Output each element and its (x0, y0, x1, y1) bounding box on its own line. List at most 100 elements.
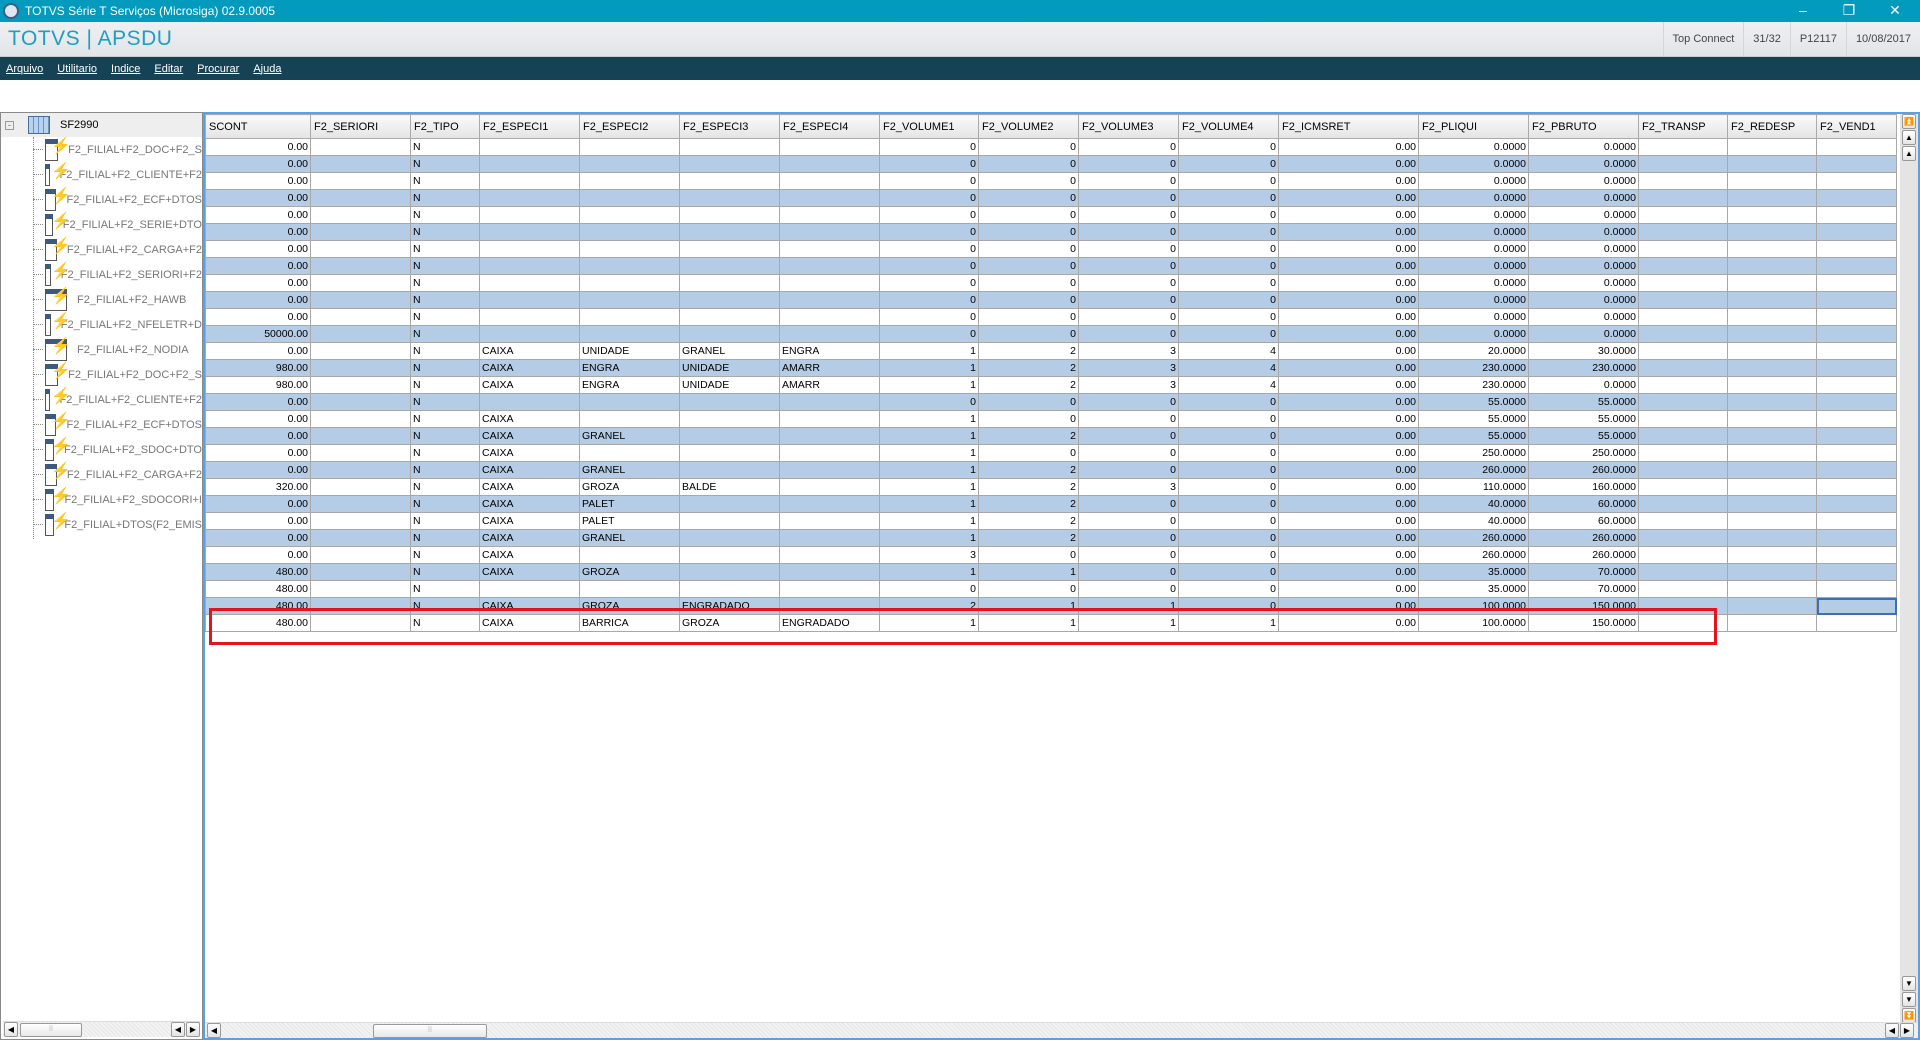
table-cell[interactable] (1816, 359, 1897, 377)
scroll-top-icon[interactable]: ⏫ (1902, 114, 1916, 129)
table-cell[interactable] (1727, 444, 1817, 462)
table-cell[interactable] (1638, 376, 1728, 394)
table-cell[interactable]: UNIDADE (679, 359, 780, 377)
table-cell[interactable]: CAIXA (479, 461, 580, 479)
table-cell[interactable]: 1 (879, 563, 979, 581)
column-header[interactable]: F2_ESPECI1 (479, 114, 580, 139)
table-cell[interactable] (679, 257, 780, 275)
table-cell[interactable]: 230.0000 (1418, 376, 1529, 394)
table-cell[interactable]: CAIXA (479, 614, 580, 632)
table-cell[interactable]: GRANEL (579, 461, 680, 479)
table-cell[interactable]: 0 (1178, 546, 1279, 564)
table-cell[interactable] (1727, 495, 1817, 513)
table-row[interactable]: 0.00 N CAIXA GRANEL 1 2 0 0 0.00 260.0000 260.0000 (205, 529, 1897, 547)
table-cell[interactable]: 0.00 (1278, 308, 1419, 326)
table-cell[interactable] (1816, 223, 1897, 241)
table-cell[interactable]: 0 (978, 257, 1079, 275)
table-cell[interactable]: 0.0000 (1528, 257, 1639, 275)
table-cell[interactable] (779, 189, 880, 207)
table-cell[interactable]: 0.00 (1278, 206, 1419, 224)
table-cell[interactable]: 250.0000 (1528, 444, 1639, 462)
table-cell[interactable]: N (410, 325, 480, 343)
table-cell[interactable] (579, 257, 680, 275)
table-cell[interactable]: 0 (978, 206, 1079, 224)
table-cell[interactable]: 2 (978, 427, 1079, 445)
column-header[interactable]: F2_ESPECI4 (779, 114, 880, 139)
table-cell[interactable] (310, 444, 411, 462)
table-cell[interactable]: 0.00 (205, 223, 311, 241)
table-cell[interactable]: 0.0000 (1418, 291, 1529, 309)
table-cell[interactable]: 0 (1078, 325, 1179, 343)
table-cell[interactable]: GRANEL (679, 342, 780, 360)
table-cell[interactable] (779, 223, 880, 241)
column-header[interactable]: F2_PLIQUI (1418, 114, 1529, 139)
table-cell[interactable]: 0.00 (1278, 563, 1419, 581)
table-cell[interactable] (679, 444, 780, 462)
menu-indice[interactable]: Indice (111, 63, 140, 75)
table-cell[interactable] (579, 308, 680, 326)
table-cell[interactable] (779, 495, 880, 513)
table-cell[interactable]: 0.00 (205, 155, 311, 173)
table-cell[interactable] (1816, 495, 1897, 513)
table-cell[interactable] (779, 529, 880, 547)
table-cell[interactable]: 1 (978, 614, 1079, 632)
table-cell[interactable]: 260.0000 (1528, 461, 1639, 479)
table-cell[interactable]: 0 (879, 206, 979, 224)
table-cell[interactable]: 2 (978, 359, 1079, 377)
table-cell[interactable]: 0.00 (205, 274, 311, 292)
table-row[interactable]: 0.00 N 0 0 0 0 0.00 0.0000 0.0000 (205, 138, 1897, 156)
table-cell[interactable] (479, 308, 580, 326)
table-cell[interactable] (1816, 393, 1897, 411)
table-cell[interactable]: 55.0000 (1528, 410, 1639, 428)
table-cell[interactable] (779, 546, 880, 564)
table-row[interactable]: 0.00 N CAIXA PALET 1 2 0 0 0.00 40.0000 60.0000 (205, 512, 1897, 530)
table-cell[interactable]: 150.0000 (1528, 614, 1639, 632)
table-cell[interactable] (779, 206, 880, 224)
table-cell[interactable]: 60.0000 (1528, 512, 1639, 530)
table-cell[interactable]: ENGRA (579, 376, 680, 394)
menu-utilitario[interactable]: Utilitario (57, 63, 97, 75)
table-cell[interactable]: 0 (1078, 546, 1179, 564)
table-cell[interactable]: UNIDADE (679, 376, 780, 394)
table-row[interactable]: 480.00 N CAIXA GROZA 1 1 0 0 0.00 35.0000 70.0000 (205, 563, 1897, 581)
table-cell[interactable]: 3 (1078, 376, 1179, 394)
table-cell[interactable] (1638, 325, 1728, 343)
table-cell[interactable]: N (410, 189, 480, 207)
table-cell[interactable] (1816, 206, 1897, 224)
table-cell[interactable] (679, 206, 780, 224)
table-cell[interactable]: 0 (1078, 274, 1179, 292)
table-cell[interactable]: 0.0000 (1528, 189, 1639, 207)
table-cell[interactable] (1727, 410, 1817, 428)
table-cell[interactable]: 1 (879, 427, 979, 445)
table-cell[interactable]: 4 (1178, 342, 1279, 360)
column-header[interactable]: F2_VOLUME1 (879, 114, 979, 139)
table-cell[interactable]: 260.0000 (1528, 529, 1639, 547)
tree-root[interactable]: - SF2990 (1, 113, 202, 137)
table-cell[interactable] (310, 427, 411, 445)
table-cell[interactable]: 0.00 (205, 172, 311, 190)
table-cell[interactable]: 55.0000 (1418, 410, 1529, 428)
table-cell[interactable]: 1 (978, 563, 1079, 581)
table-cell[interactable] (1816, 308, 1897, 326)
table-cell[interactable]: 0.0000 (1418, 189, 1529, 207)
table-cell[interactable]: 0 (879, 325, 979, 343)
table-cell[interactable]: 3 (1078, 359, 1179, 377)
table-cell[interactable] (779, 580, 880, 598)
table-cell[interactable]: 0.00 (205, 189, 311, 207)
table-cell[interactable] (310, 206, 411, 224)
table-cell[interactable] (1727, 597, 1817, 615)
table-cell[interactable]: BARRICA (579, 614, 680, 632)
table-cell[interactable] (1816, 444, 1897, 462)
table-cell[interactable] (1727, 138, 1817, 156)
table-cell[interactable]: 2 (978, 461, 1079, 479)
table-cell[interactable]: 0 (1178, 580, 1279, 598)
menu-ajuda[interactable]: Ajuda (253, 63, 281, 75)
scroll-left-icon[interactable]: ◀ (4, 1022, 18, 1037)
table-cell[interactable]: 55.0000 (1418, 393, 1529, 411)
table-cell[interactable]: 0 (978, 308, 1079, 326)
tree-index-item[interactable]: F2_FILIAL+F2_CLIENTE+F2 (1, 386, 202, 412)
table-cell[interactable]: N (410, 155, 480, 173)
table-cell[interactable] (310, 495, 411, 513)
table-cell[interactable]: N (410, 376, 480, 394)
table-cell[interactable]: 0.00 (1278, 546, 1419, 564)
